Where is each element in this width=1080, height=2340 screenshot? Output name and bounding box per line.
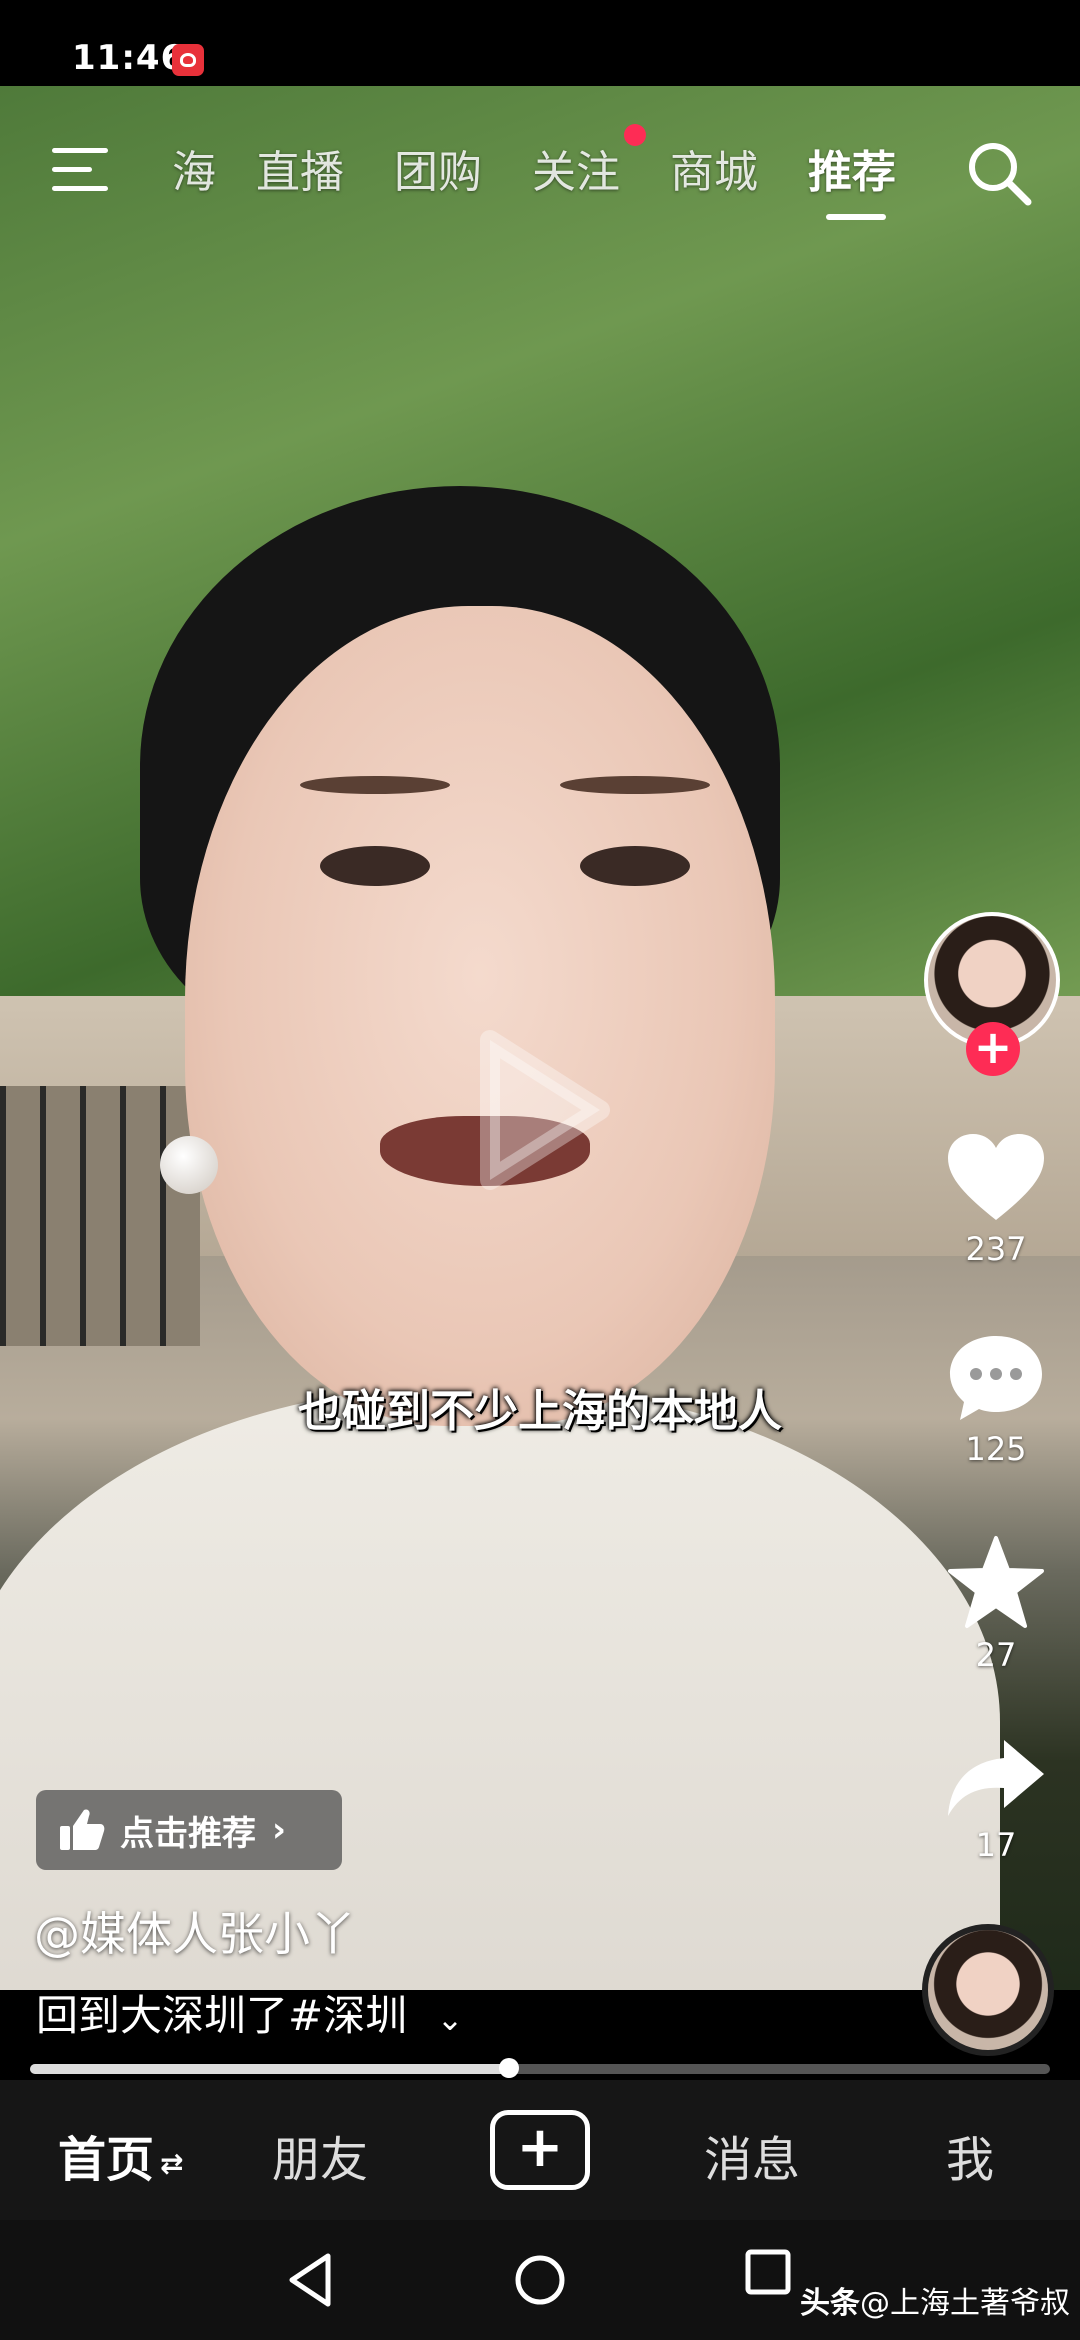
description-text: 回到大深圳了#深圳 bbox=[36, 1991, 408, 2040]
menu-icon[interactable] bbox=[52, 148, 108, 192]
search-icon[interactable] bbox=[964, 138, 1034, 208]
heart-icon bbox=[948, 1134, 1044, 1220]
subject-brow-left bbox=[300, 776, 450, 794]
nav-friends[interactable]: 朋友 bbox=[272, 2120, 368, 2190]
comment-count: 125 bbox=[965, 1430, 1027, 1468]
subject-face bbox=[185, 606, 775, 1426]
recommend-label: 点击推荐 bbox=[120, 1813, 256, 1854]
following-dot-badge bbox=[624, 124, 646, 146]
subject-eye-left bbox=[320, 846, 430, 886]
subject-brow-right bbox=[560, 776, 710, 794]
tab-group-buy[interactable]: 团购 bbox=[394, 136, 482, 200]
share-arrow-icon bbox=[948, 1740, 1044, 1816]
create-post-button[interactable]: + bbox=[490, 2110, 590, 2190]
music-disc-avatar[interactable] bbox=[922, 1924, 1054, 2056]
tab-live[interactable]: 直播 bbox=[256, 136, 344, 200]
tab-mall[interactable]: 商城 bbox=[670, 136, 758, 200]
video-progress-bar[interactable] bbox=[30, 2058, 1050, 2078]
progress-fill bbox=[30, 2064, 510, 2074]
follow-button[interactable]: + bbox=[966, 1022, 1020, 1076]
active-tab-indicator bbox=[826, 214, 886, 220]
chevron-down-icon[interactable]: ⌄ bbox=[437, 2000, 464, 2038]
watermark-handle: @上海土著爷叔 bbox=[860, 2286, 1070, 2321]
nav-home[interactable]: 首页 ⇄ bbox=[58, 2120, 183, 2190]
watermark-brand: 头条 bbox=[800, 2286, 860, 2321]
nav-me[interactable]: 我 bbox=[946, 2120, 994, 2190]
recents-square-icon[interactable] bbox=[742, 2244, 798, 2304]
back-icon[interactable] bbox=[282, 2250, 338, 2310]
top-navigation: 海 直播 团购 关注 商城 推荐 bbox=[0, 86, 1080, 256]
home-circle-icon[interactable] bbox=[512, 2250, 568, 2310]
play-icon[interactable] bbox=[460, 1020, 620, 1200]
thumbs-up-icon bbox=[60, 1809, 105, 1850]
star-icon bbox=[948, 1536, 1044, 1628]
video-subtitle: 也碰到不少上海的本地人 bbox=[298, 1386, 782, 1437]
share-button[interactable]: 17 bbox=[924, 1736, 1068, 1864]
subject-eye-right bbox=[580, 846, 690, 886]
nav-messages[interactable]: 消息 bbox=[704, 2120, 800, 2190]
recommend-button[interactable]: 点击推荐 › bbox=[36, 1790, 342, 1870]
tab-hai[interactable]: 海 bbox=[172, 136, 216, 200]
video-description[interactable]: 回到大深圳了#深圳 ⌄ bbox=[36, 1982, 463, 2043]
share-count: 17 bbox=[975, 1826, 1017, 1864]
progress-handle[interactable] bbox=[499, 2058, 520, 2078]
nav-home-label: 首页 bbox=[58, 2132, 155, 2188]
comment-icon bbox=[950, 1336, 1042, 1420]
status-time: 11:46 bbox=[72, 38, 186, 78]
bottom-navigation: 首页 ⇄ 朋友 + 消息 我 bbox=[0, 2080, 1080, 2220]
background-railing bbox=[0, 1086, 200, 1346]
subject-earring bbox=[160, 1136, 218, 1194]
status-bar: 11:46 bbox=[0, 0, 1080, 86]
tab-following[interactable]: 关注 bbox=[532, 136, 620, 200]
swap-arrows-icon: ⇄ bbox=[160, 2146, 184, 2180]
comment-button[interactable]: 125 bbox=[924, 1332, 1068, 1468]
like-button[interactable]: 237 bbox=[924, 1132, 1068, 1268]
favorite-button[interactable]: 27 bbox=[924, 1534, 1068, 1674]
watermark: 头条@上海土著爷叔 bbox=[800, 2278, 1070, 2322]
favorite-count: 27 bbox=[975, 1636, 1017, 1674]
author-name[interactable]: @媒体人张小丫 bbox=[34, 1898, 356, 1964]
tab-recommend[interactable]: 推荐 bbox=[808, 136, 896, 200]
heart-badge-icon bbox=[172, 44, 204, 76]
chevron-right-icon: › bbox=[272, 1810, 287, 1850]
like-count: 237 bbox=[965, 1230, 1027, 1268]
